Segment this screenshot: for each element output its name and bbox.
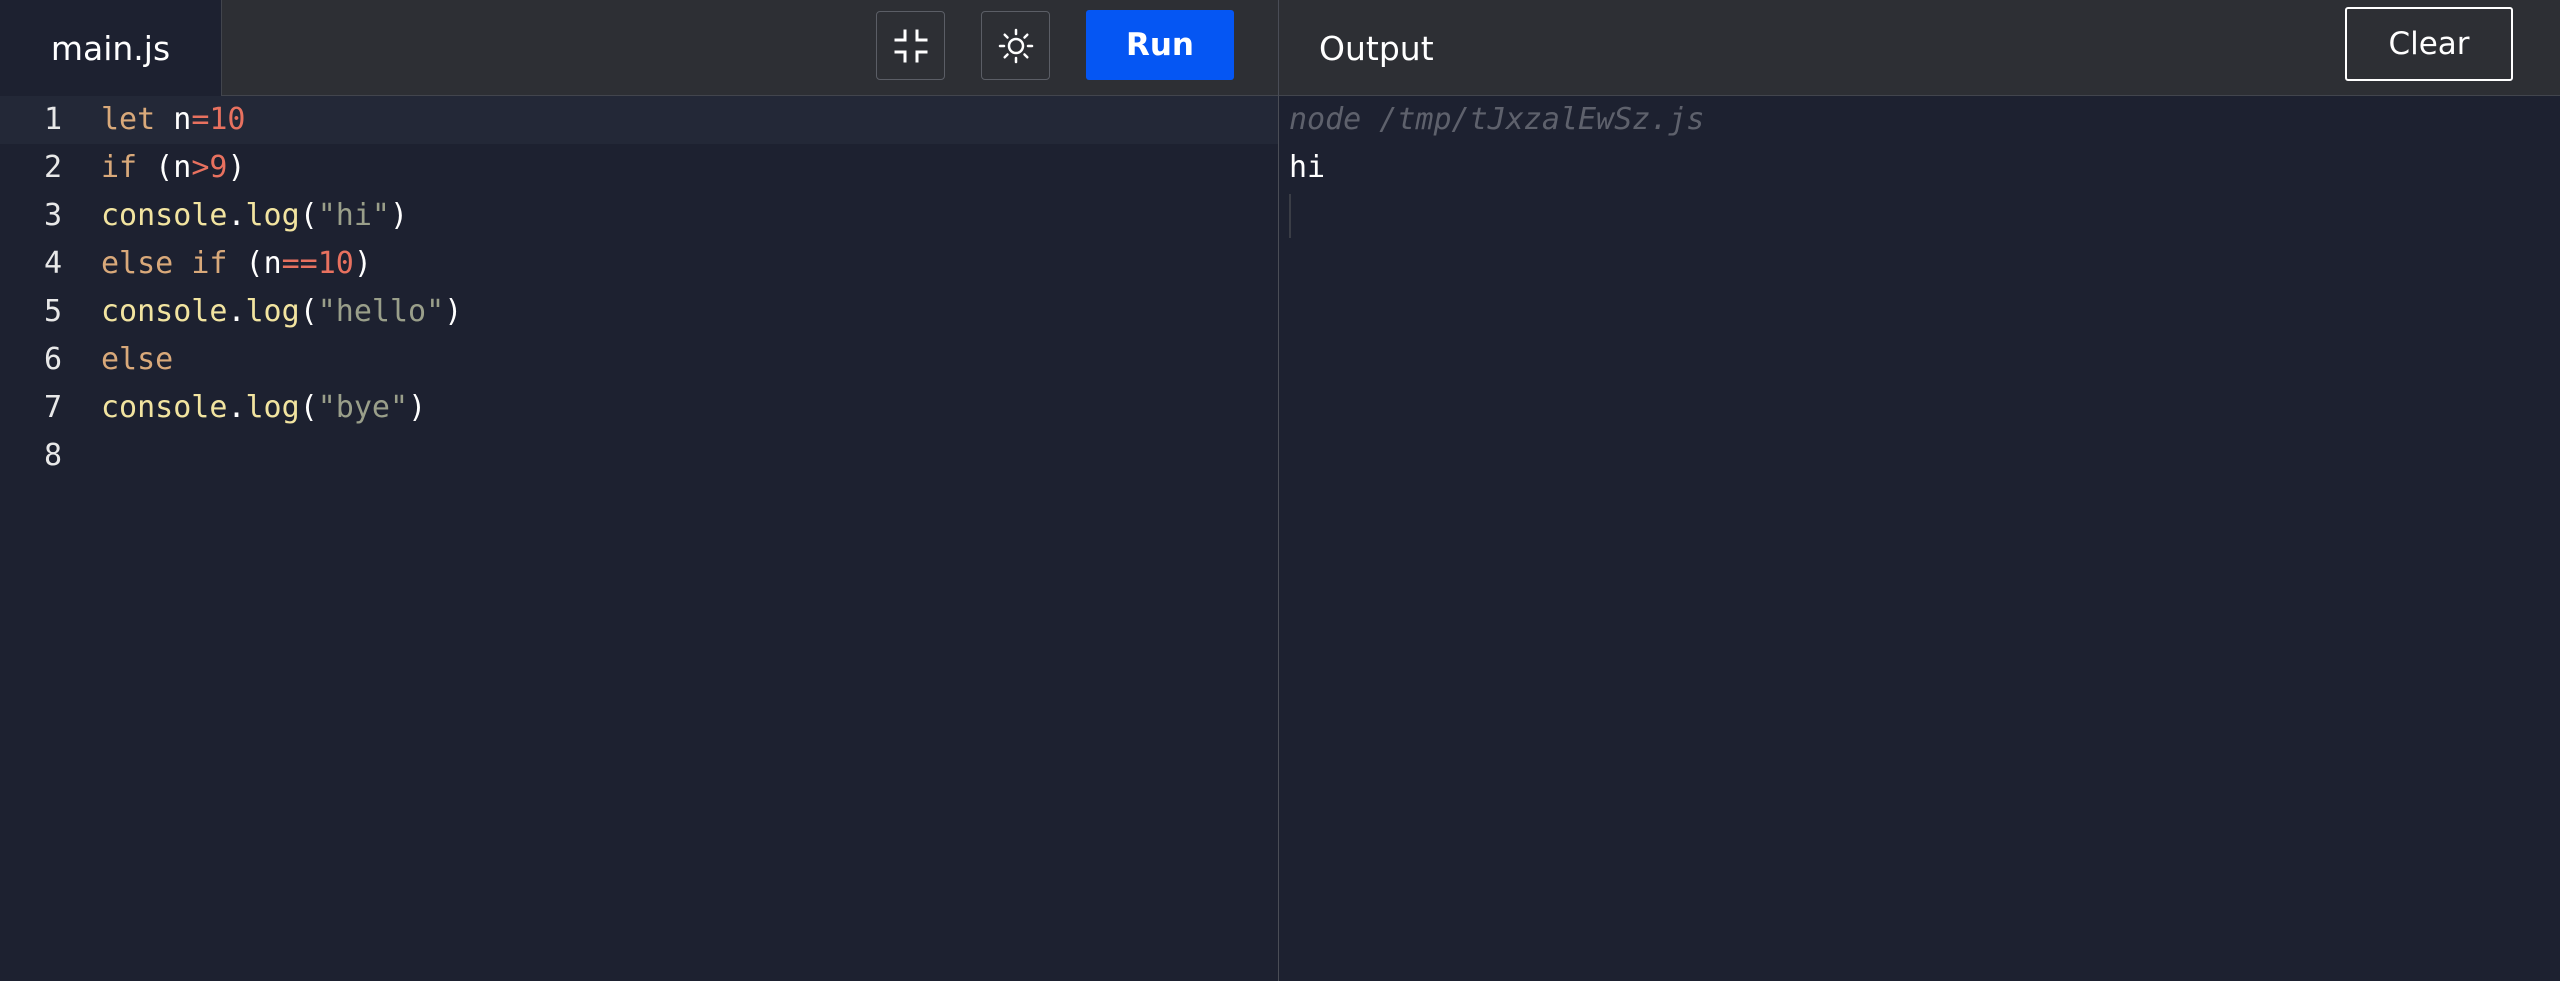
code-line[interactable]: 5 console.log("hello") <box>0 288 1278 336</box>
exit-fullscreen-button[interactable] <box>876 11 945 80</box>
sun-icon <box>998 28 1033 63</box>
code-token: 10 <box>209 102 246 137</box>
code-token: ) <box>227 150 246 185</box>
line-code: let n=10 <box>101 96 246 144</box>
code-token: if <box>191 246 228 281</box>
line-code: console.log("bye") <box>101 384 426 432</box>
line-code: else if (n==10) <box>101 240 372 288</box>
code-token: ) <box>444 294 463 329</box>
terminal-cursor <box>1289 194 1291 238</box>
line-number: 2 <box>43 150 62 185</box>
code-token: . <box>227 390 246 425</box>
code-token: = <box>191 102 210 137</box>
code-line[interactable]: 3 console.log("hi") <box>0 192 1278 240</box>
code-token: console <box>101 198 228 233</box>
code-line[interactable]: 8 <box>0 432 1278 480</box>
code-token: let <box>101 102 156 137</box>
code-token: log <box>245 294 300 329</box>
code-line[interactable]: 6 else <box>0 336 1278 384</box>
code-token: log <box>245 198 300 233</box>
line-number: 4 <box>43 246 62 281</box>
code-token: ( <box>227 246 264 281</box>
theme-toggle-button[interactable] <box>981 11 1050 80</box>
code-token: 9 <box>209 150 228 185</box>
code-token: ) <box>408 390 427 425</box>
code-token: > <box>191 150 210 185</box>
code-token: ) <box>390 198 409 233</box>
line-number: 7 <box>43 390 62 425</box>
code-token: n <box>263 246 282 281</box>
line-code: console.log("hello") <box>101 288 462 336</box>
code-token: n <box>173 102 192 137</box>
code-token: console <box>101 294 228 329</box>
code-token: ( <box>299 294 318 329</box>
line-number: 8 <box>43 438 62 473</box>
code-token: == <box>281 246 318 281</box>
code-token: log <box>245 390 300 425</box>
code-token: else <box>101 246 174 281</box>
code-token: n <box>173 150 192 185</box>
file-tab-label: main.js <box>50 28 171 68</box>
line-number: 5 <box>43 294 62 329</box>
line-code: if (n>9) <box>101 144 246 192</box>
line-number: 3 <box>43 198 62 233</box>
line-number: 6 <box>43 342 62 377</box>
line-number: 1 <box>43 102 62 137</box>
line-code: else <box>101 336 173 384</box>
code-token: ( <box>137 150 174 185</box>
output-command: node /tmp/tJxzalEwSz.js <box>1289 102 1705 137</box>
code-token: ( <box>299 198 318 233</box>
code-line[interactable]: 4 else if (n==10) <box>0 240 1278 288</box>
exit-fullscreen-icon <box>894 29 927 62</box>
code-token: "hello" <box>317 294 445 329</box>
editor-toolbar: main.js Run <box>0 0 1278 96</box>
code-token: else <box>101 342 174 377</box>
clear-button[interactable]: Clear <box>2345 7 2513 81</box>
code-token: 10 <box>317 246 354 281</box>
code-token: . <box>227 198 246 233</box>
output-panel: node /tmp/tJxzalEwSz.js hi <box>1279 96 2560 981</box>
code-line[interactable]: 2 if (n>9) <box>0 144 1278 192</box>
code-editor[interactable]: 1 let n=10 2 if (n>9) 3 console.log("hi") 4 els… <box>0 96 1278 981</box>
code-line[interactable]: 7 console.log("bye") <box>0 384 1278 432</box>
code-token: if <box>101 150 138 185</box>
output-toolbar: Output Clear <box>1279 0 2560 96</box>
code-token: . <box>227 294 246 329</box>
code-line[interactable]: 1 let n=10 <box>0 96 1278 144</box>
run-button-label: Run <box>1125 27 1194 63</box>
code-token: "bye" <box>317 390 409 425</box>
code-token: console <box>101 390 228 425</box>
output-title: Output <box>1319 28 1434 68</box>
code-token: ( <box>299 390 318 425</box>
output-result: hi <box>1289 150 1326 185</box>
line-code: console.log("hi") <box>101 192 408 240</box>
code-token: "hi" <box>317 198 390 233</box>
run-button[interactable]: Run <box>1086 10 1234 80</box>
code-token: ) <box>353 246 372 281</box>
code-runner-app: main.js Run Output Clear 1 let n=10 2 if… <box>0 0 2560 981</box>
file-tab-main-js[interactable]: main.js <box>0 0 222 96</box>
clear-button-label: Clear <box>2388 26 2470 62</box>
